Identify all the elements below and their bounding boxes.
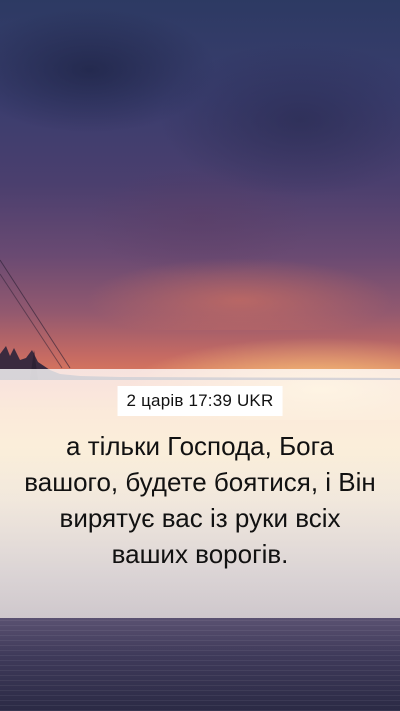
verse-text: а тільки Господа, Бога вашого, будете бо… [24, 431, 376, 569]
lake-water [0, 618, 400, 711]
verse-reference: 2 царів 17:39 UKR [117, 386, 283, 416]
